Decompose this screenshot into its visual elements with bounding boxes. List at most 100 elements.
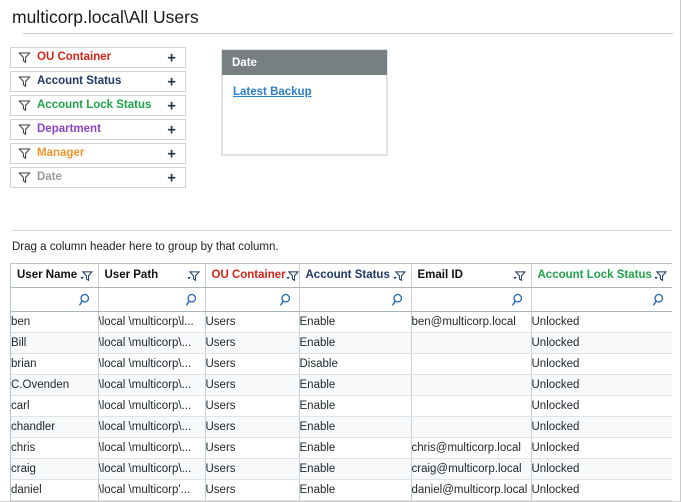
column-header-label: Account Lock Status — [537, 268, 652, 281]
cell-email-id: chris@multicorp.local — [411, 437, 532, 459]
table-row[interactable]: chris \local \multicorp\... Users Enable chr… — [11, 437, 672, 459]
column-search-row — [11, 287, 672, 312]
cell-user-path: \local \multicorp\... — [98, 353, 206, 375]
cell-ou-container: Users — [205, 479, 300, 501]
table-row[interactable]: ben \local \multicorp\l... Users Enable ben@… — [11, 311, 672, 333]
date-widget-title: Date — [222, 50, 387, 75]
table-row[interactable]: carl \local \multicorp\... Users Enable Unlo… — [11, 395, 672, 417]
cell-user-name: chandler — [11, 416, 99, 438]
cell-account-lock-status: Unlocked — [531, 458, 672, 480]
cell-ou-container: Users — [205, 458, 300, 480]
cell-user-path: \local \multicorp\... — [98, 374, 206, 396]
column-search-cell-user-name[interactable] — [11, 287, 99, 312]
cell-email-id — [411, 332, 532, 354]
table-row[interactable]: Bill \local \multicorp\... Users Enable Unlo… — [11, 332, 672, 354]
users-grid: User Name User Path OU Container Account St… — [10, 263, 672, 501]
filter-item-label: Date — [37, 170, 62, 183]
cell-email-id — [411, 395, 532, 417]
filter-item-department[interactable]: Department + — [10, 119, 186, 140]
cell-account-status: Enable — [299, 395, 412, 417]
table-row[interactable]: daniel \local \multicorp'... Users Enable da… — [11, 479, 672, 501]
column-header-account-status[interactable]: Account Status — [299, 264, 412, 288]
filter-item-label: Manager — [37, 146, 85, 159]
column-search-cell-ou-container[interactable] — [205, 287, 300, 312]
search-icon[interactable] — [653, 293, 666, 306]
column-header-account-lock-status[interactable]: Account Lock Status — [531, 264, 672, 288]
column-search-cell-email-id[interactable] — [411, 287, 532, 312]
cell-user-name: ben — [11, 311, 99, 333]
cell-user-name: craig — [11, 458, 99, 480]
column-search-cell-account-status[interactable] — [299, 287, 412, 312]
cell-account-lock-status: Unlocked — [531, 479, 672, 501]
search-icon[interactable] — [391, 293, 405, 306]
section-divider — [12, 230, 672, 231]
cell-email-id: daniel@multicorp.local — [411, 479, 532, 501]
cell-account-status: Enable — [299, 437, 412, 459]
cell-user-name: brian — [11, 353, 99, 375]
latest-backup-link[interactable]: Latest Backup — [233, 86, 312, 98]
filter-item-account-lock-status[interactable]: Account Lock Status + — [10, 95, 186, 116]
plus-icon[interactable]: + — [167, 98, 176, 113]
cell-user-path: \local \multicorp\... — [98, 437, 206, 459]
cell-account-lock-status: Unlocked — [531, 353, 672, 375]
column-search-cell-user-path[interactable] — [98, 287, 206, 312]
cell-account-lock-status: Unlocked — [531, 437, 672, 459]
funnel-icon — [18, 148, 31, 160]
plus-icon[interactable]: + — [167, 122, 176, 137]
cell-account-lock-status: Unlocked — [531, 311, 672, 333]
column-filter-icon[interactable] — [512, 270, 526, 282]
table-row[interactable]: chandler \local \multicorp\... Users Enable… — [11, 416, 672, 438]
cell-account-status: Enable — [299, 311, 412, 333]
column-header-user-name[interactable]: User Name — [11, 264, 99, 288]
filter-item-date[interactable]: Date + — [10, 167, 186, 188]
table-row[interactable]: C.Ovenden \local \multicorp\... Users Enabl… — [11, 374, 672, 396]
funnel-icon — [18, 52, 31, 64]
filter-item-label: Account Status — [37, 74, 122, 87]
plus-icon[interactable]: + — [167, 74, 176, 89]
column-header-user-path[interactable]: User Path — [98, 264, 206, 288]
cell-email-id: ben@multicorp.local — [411, 311, 532, 333]
column-filter-icon[interactable] — [654, 270, 667, 282]
cell-user-path: \local \multicorp\... — [98, 458, 206, 480]
date-widget-body: Latest Backup — [222, 75, 387, 155]
cell-user-path: \local \multicorp\... — [98, 416, 206, 438]
funnel-icon — [18, 100, 31, 112]
cell-ou-container: Users — [205, 416, 300, 438]
search-icon[interactable] — [279, 293, 293, 306]
cell-user-name: Bill — [11, 332, 99, 354]
plus-icon[interactable]: + — [167, 170, 176, 185]
title-divider — [23, 33, 673, 34]
filter-item-manager[interactable]: Manager + — [10, 143, 186, 164]
plus-icon[interactable]: + — [167, 50, 176, 65]
column-header-email-id[interactable]: Email ID — [411, 264, 532, 288]
search-icon[interactable] — [511, 293, 525, 306]
header-row: User Name User Path OU Container Account St… — [11, 264, 672, 288]
filter-item-label: Department — [37, 122, 101, 135]
filter-item-account-status[interactable]: Account Status + — [10, 71, 186, 92]
table-row[interactable]: brian \local \multicorp\... Users Disable Un… — [11, 353, 672, 375]
cell-account-status: Enable — [299, 374, 412, 396]
group-by-dropzone[interactable]: Drag a column header here to group by th… — [12, 241, 279, 253]
all-users-page: multicorp.local\All Users OU Container + A… — [0, 0, 681, 502]
column-header-label: User Name — [17, 268, 78, 281]
column-filter-icon[interactable] — [186, 270, 200, 282]
cell-ou-container: Users — [205, 353, 300, 375]
cell-user-name: chris — [11, 437, 99, 459]
column-filter-icon[interactable] — [79, 270, 93, 282]
filter-item-label: OU Container — [37, 50, 112, 63]
column-header-label: User Path — [104, 268, 159, 281]
cell-ou-container: Users — [205, 311, 300, 333]
search-icon[interactable] — [78, 293, 92, 306]
search-icon[interactable] — [185, 293, 199, 306]
column-filter-icon[interactable] — [286, 270, 299, 282]
plus-icon[interactable]: + — [167, 146, 176, 161]
column-search-cell-account-lock-status[interactable] — [531, 287, 672, 312]
cell-account-status: Enable — [299, 479, 412, 501]
filter-item-ou-container[interactable]: OU Container + — [10, 47, 186, 68]
table-row[interactable]: craig \local \multicorp\... Users Enable cra… — [11, 458, 672, 480]
cell-ou-container: Users — [205, 374, 300, 396]
column-header-ou-container[interactable]: OU Container — [205, 264, 300, 288]
cell-user-path: \local \multicorp'... — [98, 479, 206, 501]
funnel-icon — [18, 76, 31, 88]
column-filter-icon[interactable] — [392, 270, 406, 282]
